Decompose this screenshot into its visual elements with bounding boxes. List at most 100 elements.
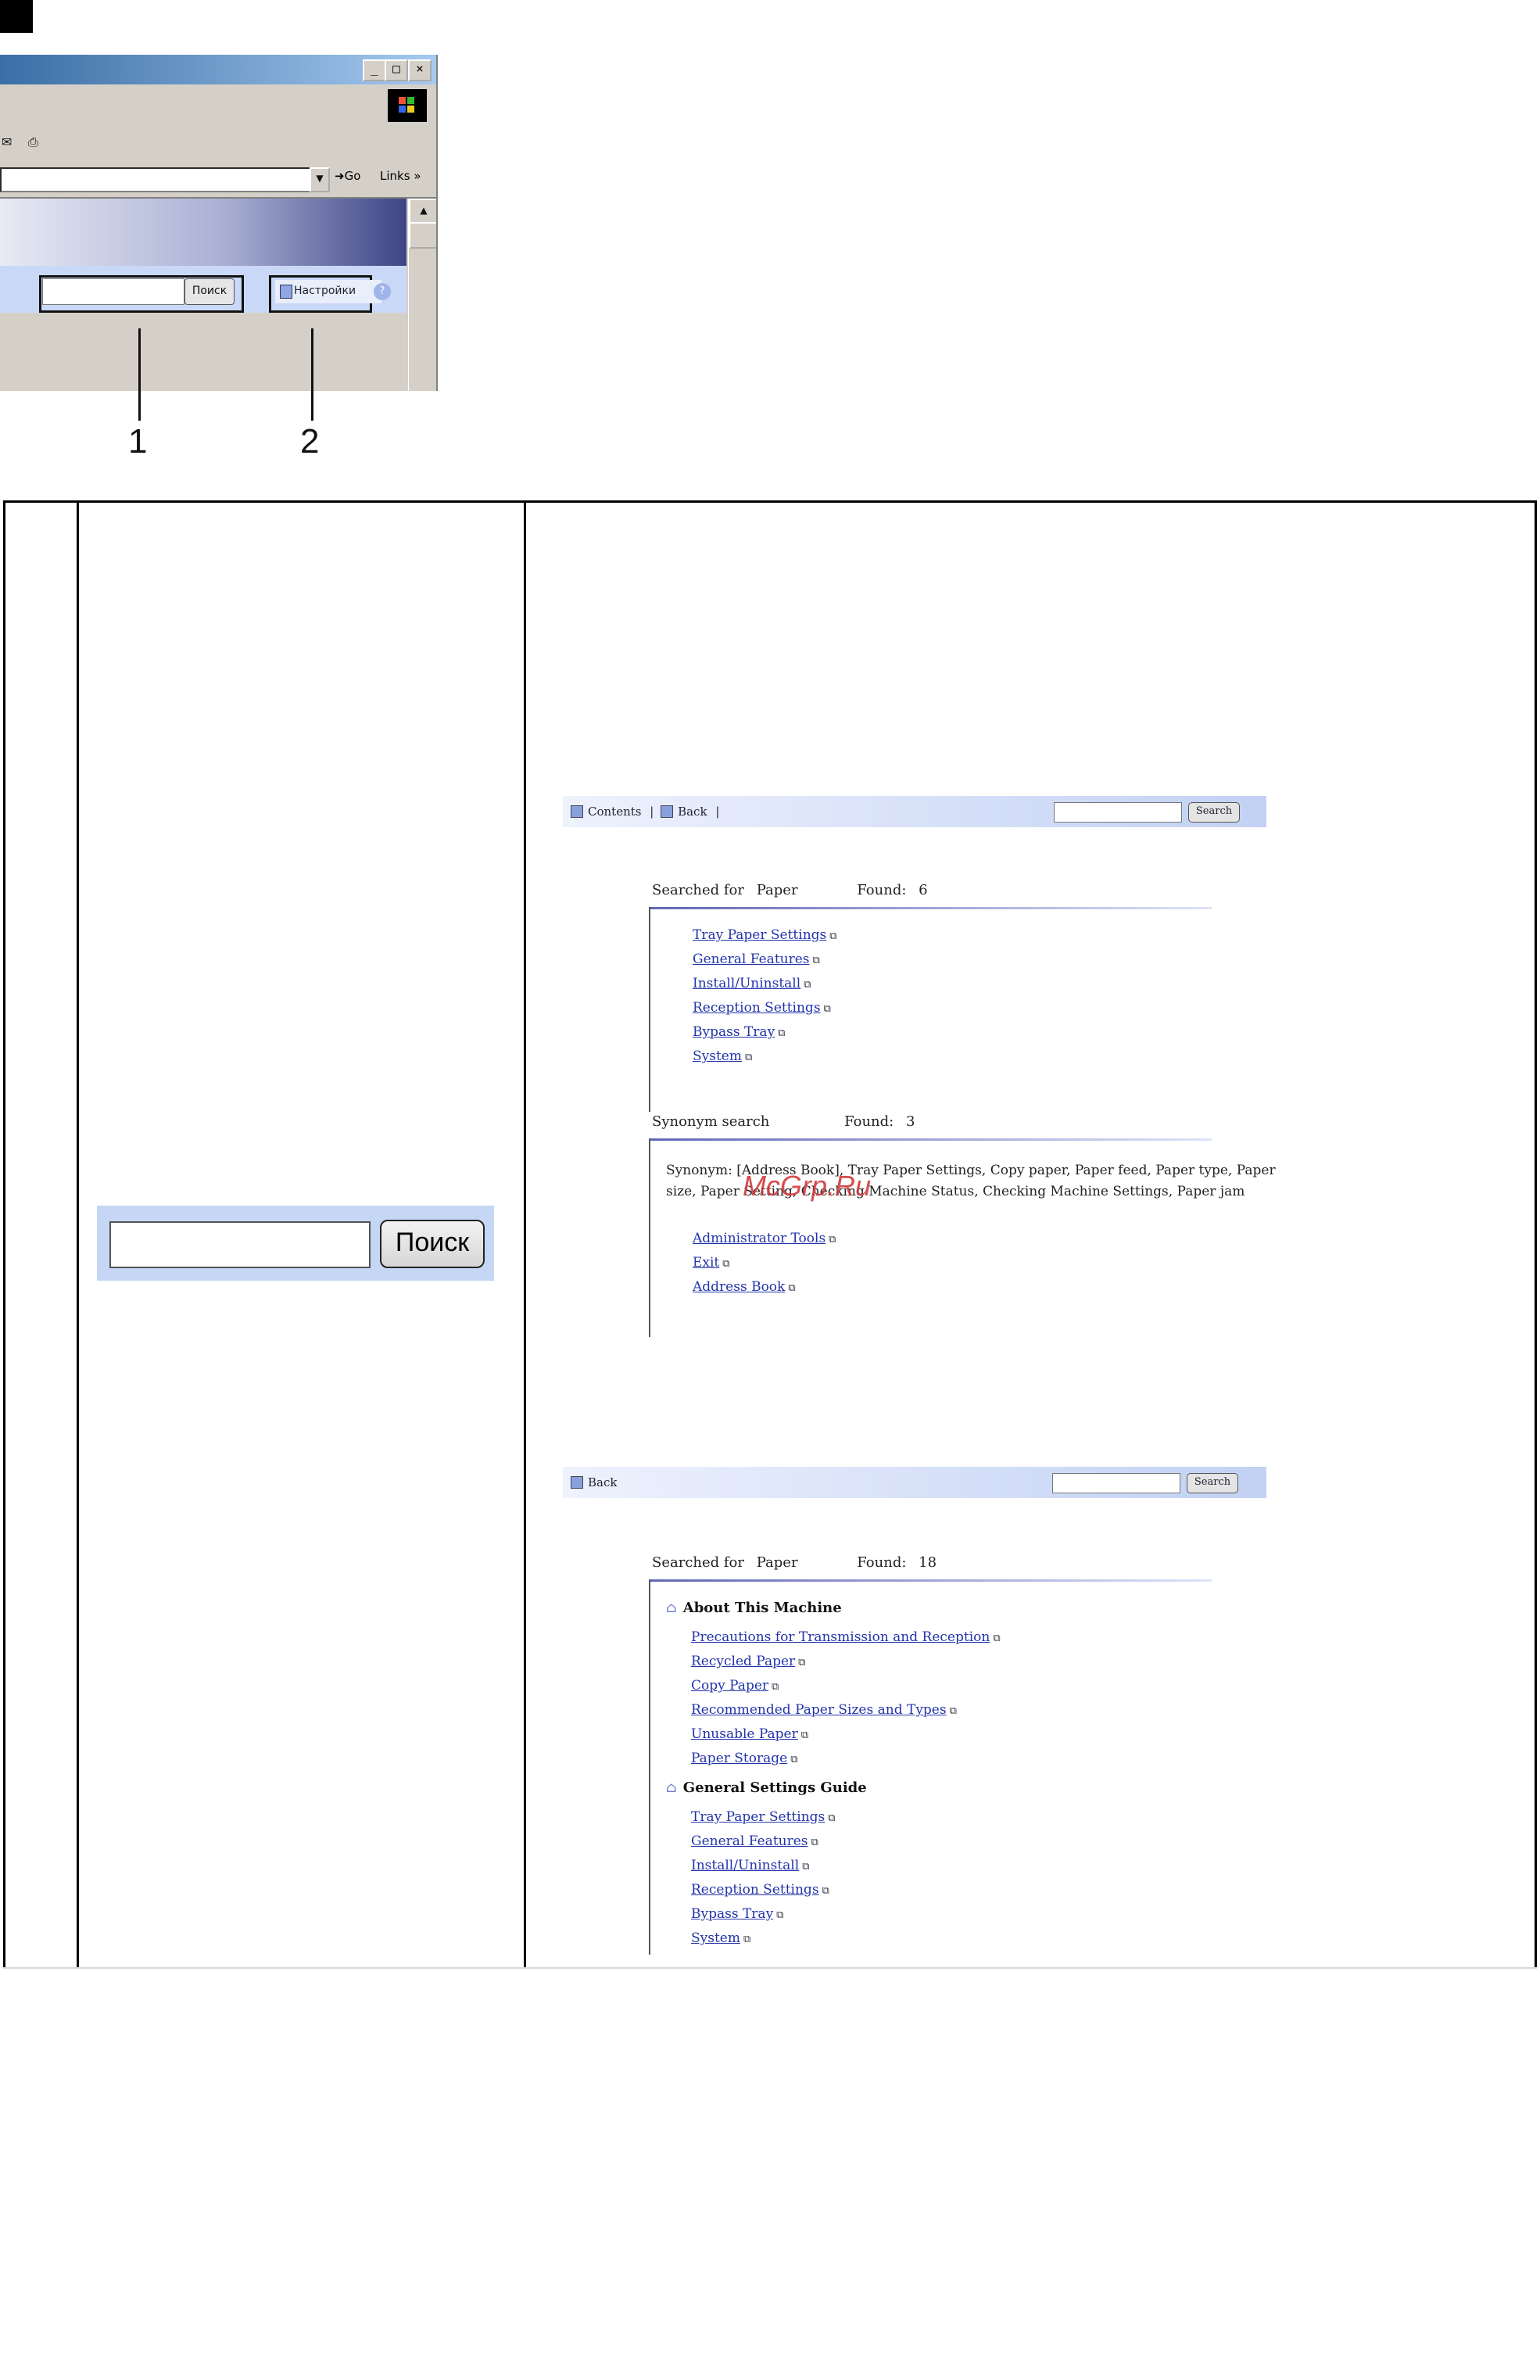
results-rule [649,907,1212,909]
mail-icon[interactable]: ✉ [2,134,12,149]
table-column-divider-2 [524,500,526,1967]
found-label: Found: [857,882,907,898]
results-rule-2 [649,1579,1212,1582]
address-dropdown-button[interactable]: ▼ [310,167,330,192]
searched-for-value: Paper [756,882,798,898]
maximize-button[interactable]: □ [385,59,408,81]
windows-logo-icon [388,89,427,122]
searched-for-label: Searched for [652,1554,744,1571]
help-icon[interactable]: ? [374,283,391,300]
print-icon[interactable]: ⎙ [28,134,38,150]
address-input[interactable] [0,167,314,192]
address-bar: ▼ ➜Go Links » [0,161,436,199]
table-bottom-edge [3,1967,1537,1969]
scrollbar[interactable]: ▲ [408,199,436,391]
links-button[interactable]: Links » [380,169,421,183]
result-search-button[interactable]: Search [1187,1473,1238,1493]
go-arrow-icon: ➜ [335,169,345,183]
watermark: McGrp.Ru [743,1170,872,1202]
settings-label: Настройки [294,285,356,297]
results-header: Searched for Paper Found: 6 [652,882,936,898]
result-link[interactable]: Reception Settings [693,1000,831,1016]
result-search-input[interactable] [1052,1473,1180,1493]
help-banner [0,199,406,266]
section-title: General Settings Guide [682,1780,867,1796]
result-link[interactable]: Bypass Tray [693,1024,785,1040]
corner-marker [0,0,33,33]
title-bar: _ □ × [0,55,436,84]
home-icon: ⌂ [666,1600,677,1616]
result-search-button[interactable]: Search [1188,802,1240,823]
result-link[interactable]: Install/Uninstall [691,1858,809,1873]
search-button[interactable]: Поиск [380,1220,485,1268]
result-link[interactable]: Paper Storage [691,1751,798,1766]
result-link[interactable]: System [693,1048,752,1064]
callout-line-2 [311,328,313,421]
result-link[interactable]: Copy Paper [691,1678,779,1694]
go-label: Go [344,169,361,183]
synonym-found-label: Found: [844,1113,894,1130]
result-link[interactable]: Tray Paper Settings [691,1809,836,1825]
home-icon: ⌂ [666,1780,677,1796]
result-link[interactable]: Install/Uninstall [693,976,811,991]
contents-icon [571,805,583,818]
result-link[interactable]: Reception Settings [691,1882,829,1898]
links-chevron: » [414,169,421,183]
result-search-input[interactable] [1054,802,1182,823]
synonym-left-rule [649,1138,650,1337]
found-value: 6 [919,882,928,898]
results-left-rule [649,907,650,1112]
synonym-label: Synonym search [652,1113,770,1130]
result-link[interactable]: Recommended Paper Sizes and Types [691,1702,957,1718]
back-link[interactable]: Back [678,805,707,819]
synonym-rule [649,1138,1212,1141]
nav-separator: | [650,805,654,819]
scroll-thumb[interactable] [409,222,436,249]
table-column-divider-1 [77,500,79,1967]
results-header-2: Searched for Paper Found: 18 [652,1554,944,1571]
back-icon [571,1476,583,1489]
synonym-header: Synonym search Found: 3 [652,1113,922,1130]
synonym-link[interactable]: Administrator Tools [693,1231,836,1246]
result-nav-bar: Contents | Back | Search [563,796,1266,827]
found-label: Found: [857,1554,907,1571]
settings-button[interactable]: Настройки [275,280,381,303]
result-link[interactable]: Unusable Paper [691,1726,808,1742]
synonym-link[interactable]: Exit [693,1255,730,1271]
search-input[interactable] [42,278,184,305]
nav-separator: | [715,805,720,819]
back-link[interactable]: Back [588,1475,617,1489]
result-link[interactable]: General Features [691,1833,818,1849]
settings-icon [280,285,292,299]
result-link[interactable]: Recycled Paper [691,1654,805,1669]
searched-for-value: Paper [756,1554,798,1571]
scroll-up-arrow-icon[interactable]: ▲ [409,199,436,225]
callout-number-2: 2 [300,422,320,461]
search-input[interactable] [109,1221,371,1268]
searched-for-label: Searched for [652,882,744,898]
result-link[interactable]: Precautions for Transmission and Recepti… [691,1629,1001,1645]
back-icon [661,805,674,818]
search-button[interactable]: Поиск [184,278,235,305]
go-button[interactable]: ➜Go [335,169,360,183]
synonym-found-value: 3 [905,1113,915,1130]
help-navigation-strip: Поиск Настройки ? [0,266,406,313]
toolbar: ✉ ⎙ [0,128,436,162]
close-button[interactable]: × [408,59,432,81]
result-link[interactable]: System [691,1930,750,1946]
section-title: About This Machine [682,1600,842,1616]
result-nav-bar-2: Back Search [563,1467,1266,1498]
callout-number-1: 1 [128,422,148,461]
minimize-button[interactable]: _ [363,59,386,81]
section-heading: ⌂ General Settings Guide [666,1780,867,1796]
synonym-link[interactable]: Address Book [693,1279,796,1295]
links-label: Links [380,169,410,183]
result-link[interactable]: General Features [693,952,820,967]
contents-link[interactable]: Contents [588,805,641,819]
section-heading: ⌂ About This Machine [666,1600,842,1616]
result-link[interactable]: Bypass Tray [691,1906,783,1922]
found-value: 18 [919,1554,937,1571]
result-link[interactable]: Tray Paper Settings [693,927,837,943]
callout-line-1 [138,328,141,421]
search-box-illustration: Поиск [97,1206,494,1281]
